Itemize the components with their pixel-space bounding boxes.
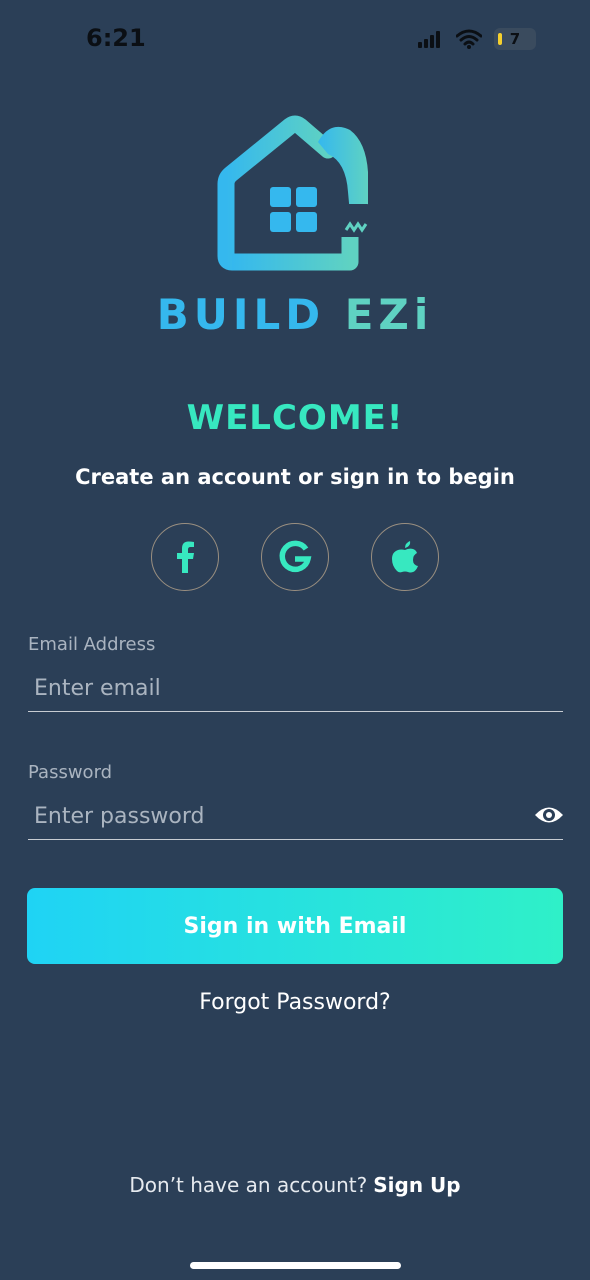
battery-level-text: 7 [509,30,521,48]
status-time: 6:21 [86,24,146,52]
welcome-subtitle: Create an account or sign in to begin [75,465,515,489]
facebook-login-button[interactable] [151,523,219,591]
apple-login-button[interactable] [371,523,439,591]
login-screen: 6:21 7 BUILD EZi WELCOME! Create an acco… [0,0,590,1280]
brand-wordmark: BUILD EZi [0,290,590,339]
battery-icon: 7 [494,28,536,50]
welcome-title: WELCOME! [186,398,404,438]
brand-name-part2: EZi [344,290,434,339]
signup-question: Don’t have an account? [129,1173,368,1197]
status-icons: 7 [418,28,536,50]
signup-row: Don’t have an account? Sign Up [0,1173,590,1197]
google-login-button[interactable] [261,523,329,591]
battery-level-indicator [498,33,502,45]
wifi-icon [456,29,482,49]
facebook-icon [177,541,194,573]
eye-icon[interactable] [534,804,564,826]
home-indicator[interactable] [190,1262,401,1269]
apple-icon [392,541,418,573]
house-hammer-logo [217,115,370,271]
sign-up-link[interactable]: Sign Up [373,1173,460,1197]
email-field[interactable] [28,666,563,712]
forgot-password-link[interactable]: Forgot Password? [0,990,590,1015]
email-label: Email Address [28,634,156,655]
sign-in-with-email-button[interactable]: Sign in with Email [27,888,563,964]
google-icon [279,540,312,573]
cellular-signal-icon [418,31,440,48]
password-field[interactable] [28,794,563,840]
password-label: Password [28,762,113,783]
brand-name-part1: BUILD [156,290,326,339]
